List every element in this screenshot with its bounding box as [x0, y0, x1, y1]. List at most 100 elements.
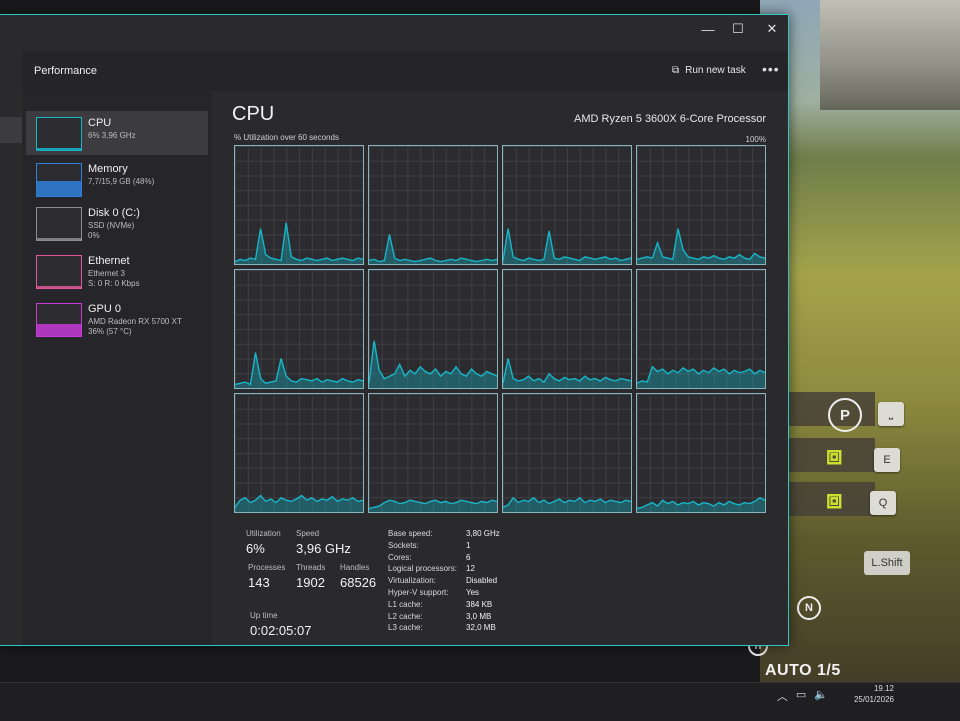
core-usage-area [369, 500, 497, 512]
spec-label: Virtualization: [388, 576, 436, 586]
core-graph-svg [369, 340, 497, 388]
spec-label: Logical processors: [388, 564, 457, 574]
uptime-label: Up time [250, 611, 278, 620]
minimize-button[interactable]: — [698, 19, 718, 39]
chevron-up-icon[interactable]: ︿ [777, 688, 788, 704]
core-graph-svg [369, 234, 497, 264]
sidebar-item-label: CPU [88, 117, 112, 129]
threads-label: Threads [296, 563, 326, 572]
core-graph-3[interactable] [636, 145, 766, 265]
core-usage-area [503, 358, 631, 388]
gear-mode-label: AUTO 1/5 [765, 662, 841, 679]
page-header: Performance ⧉ Run new task ••• [22, 51, 788, 91]
core-graph-svg [235, 352, 363, 388]
spec-label: L1 cache: [388, 599, 423, 609]
cpu-title: CPU [232, 103, 275, 125]
spec-label: Cores: [388, 552, 412, 562]
spec-label: L3 cache: [388, 623, 423, 633]
spec-label: Base speed: [388, 529, 433, 538]
system-tray: ︿ ▭ 🔈 [777, 688, 828, 704]
processes-label: Processes [248, 563, 286, 572]
sidebar-thumbnail-fill [37, 148, 81, 150]
e-key-hint: E [874, 448, 900, 472]
hud-bar [775, 438, 875, 472]
sidebar-item-cpu[interactable]: CPU 6% 3,96 GHz [26, 111, 208, 155]
sidebar-thumbnail-fill [37, 286, 81, 288]
space-key-hint: ⎵ [878, 402, 904, 426]
sidebar-thumbnail [36, 303, 82, 337]
sidebar-thumbnail [36, 207, 82, 241]
sidebar-item-sub: SSD (NVMe) [88, 221, 135, 230]
neutral-gear-icon: N [797, 596, 821, 620]
more-options-button[interactable]: ••• [762, 61, 780, 77]
taskbar-clock[interactable]: 19.12 25/01/2026 [854, 683, 894, 705]
sidebar-item-label: GPU 0 [88, 303, 122, 315]
core-graph-2[interactable] [502, 145, 632, 265]
sidebar-item-sub: 36% (57 °C) [88, 327, 132, 336]
spec-value: Yes [466, 588, 480, 597]
uptime-value: 0:02:05:07 [250, 623, 312, 638]
page-title: Performance [34, 65, 97, 77]
core-graph-svg [235, 222, 363, 264]
sidebar-thumbnail [36, 255, 82, 289]
core-graph-4[interactable] [234, 269, 364, 389]
sidebar-thumbnail-fill [37, 324, 81, 336]
sidebar-item-disk[interactable]: Disk 0 (C:) SSD (NVMe) 0% [26, 201, 208, 245]
handles-value: 68526 [340, 575, 377, 590]
close-button[interactable]: ✕ [762, 19, 782, 39]
sidebar-thumbnail-fill [37, 180, 81, 196]
sidebar-item-sub: 7,7/15,9 GB (48%) [88, 177, 155, 186]
cpu-panel: CPU AMD Ryzen 5 3600X 6-Core Processor %… [212, 91, 772, 645]
core-usage-line [235, 222, 363, 263]
core-graph-svg [503, 496, 631, 512]
core-graph-8[interactable] [234, 393, 364, 513]
sidebar-item-gpu[interactable]: GPU 0 AMD Radeon RX 5700 XT 36% (57 °C) [26, 297, 208, 341]
sidebar-item-label: Ethernet [88, 255, 130, 267]
core-graph-10[interactable] [502, 393, 632, 513]
core-graph-5[interactable] [368, 269, 498, 389]
core-graph-grid[interactable] [234, 145, 766, 515]
cpu-stats: Utilization 6% Speed 3,96 GHz Processes … [246, 529, 766, 645]
sidebar-thumbnail [36, 117, 82, 151]
clock-time: 19.12 [873, 684, 894, 693]
spec-value: 1 [466, 540, 471, 550]
spec-value: 6 [466, 552, 471, 562]
spec-label: Sockets: [388, 540, 419, 550]
sidebar-item-sub: S: 0 R: 0 Kbps [88, 279, 140, 288]
spec-value: 32,0 MB [466, 623, 496, 633]
lshift-key-hint: L.Shift [864, 551, 910, 575]
run-new-task-button[interactable]: ⧉ Run new task [672, 65, 746, 76]
core-graph-svg [637, 496, 765, 512]
processes-value: 143 [248, 575, 270, 590]
handles-label: Handles [340, 563, 370, 572]
core-graph-1[interactable] [368, 145, 498, 265]
core-graph-7[interactable] [636, 269, 766, 389]
utilization-label: Utilization [246, 529, 281, 538]
core-graph-11[interactable] [636, 393, 766, 513]
utilization-value: 6% [246, 541, 265, 556]
sidebar-item-sub: 6% 3,96 GHz [88, 131, 136, 140]
spec-value: 384 KB [466, 599, 493, 609]
spec-value: 3,80 GHz [466, 529, 500, 538]
volume-icon[interactable]: 🔈 [814, 688, 828, 704]
sidebar-item-label: Memory [88, 163, 128, 175]
core-graph-svg [235, 494, 363, 512]
sidebar-thumbnail [36, 163, 82, 197]
core-graph-0[interactable] [234, 145, 364, 265]
core-graph-9[interactable] [368, 393, 498, 513]
nav-rail-selection [0, 117, 22, 143]
core-graph-6[interactable] [502, 269, 632, 389]
sidebar-item-label: Disk 0 (C:) [88, 207, 140, 219]
sidebar-item-memory[interactable]: Memory 7,7/15,9 GB (48%) [26, 157, 208, 201]
sidebar-item-sub: Ethernet 3 [88, 269, 125, 278]
percent-axis-label: 100% [745, 135, 766, 144]
core-graph-svg [637, 365, 765, 388]
performance-sidebar: CPU 6% 3,96 GHz Memory 7,7/15,9 GB (48%) Dis… [22, 91, 212, 645]
core-usage-area [369, 340, 497, 388]
maximize-button[interactable]: ☐ [728, 19, 748, 39]
game-house-image [820, 0, 960, 110]
network-icon[interactable]: ▭ [796, 688, 806, 704]
sidebar-item-ethernet[interactable]: Ethernet Ethernet 3 S: 0 R: 0 Kbps [26, 249, 208, 293]
titlebar[interactable]: — ☐ ✕ [0, 15, 788, 45]
speed-label: Speed [296, 529, 320, 538]
